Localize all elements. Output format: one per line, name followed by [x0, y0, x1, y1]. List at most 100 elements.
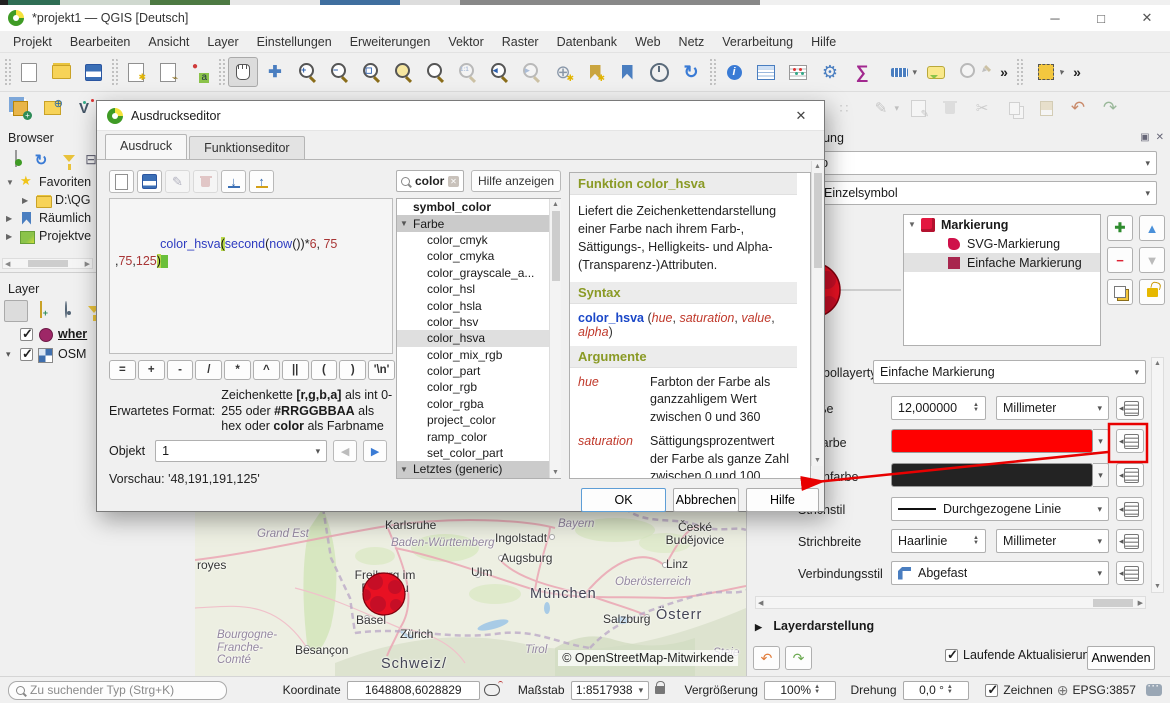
- new-project-icon[interactable]: [14, 57, 44, 87]
- move-down-button[interactable]: ▼: [1139, 247, 1165, 273]
- zoom-to-selection-icon[interactable]: [420, 57, 450, 87]
- manage-map-themes-icon[interactable]: [54, 300, 78, 322]
- menu-item[interactable]: Erweiterungen: [341, 33, 440, 51]
- operator-button[interactable]: (: [311, 360, 338, 380]
- function-list-item[interactable]: ▼ Farbe: [397, 215, 560, 231]
- next-feature-button[interactable]: ▶: [363, 440, 387, 462]
- live-update-checkbox[interactable]: [945, 649, 958, 662]
- toolbar-handle[interactable]: [709, 58, 716, 86]
- save-expression-icon[interactable]: [137, 170, 162, 193]
- new-expression-icon[interactable]: [109, 170, 134, 193]
- add-vector-layer-icon[interactable]: [69, 93, 99, 123]
- panel-h-scrollbar[interactable]: ◀▶: [755, 596, 1146, 609]
- zoom-next-icon[interactable]: ▸: [516, 57, 546, 87]
- show-bookmarks-icon[interactable]: [612, 57, 642, 87]
- clear-search-icon[interactable]: ✕: [448, 176, 459, 187]
- zoom-last-icon[interactable]: ◂: [484, 57, 514, 87]
- menu-item[interactable]: Einstellungen: [248, 33, 341, 51]
- data-defined-override-button[interactable]: [1116, 429, 1144, 453]
- mouse-position-icon[interactable]: [484, 684, 500, 696]
- menu-item[interactable]: Projekt: [4, 33, 61, 51]
- symbol-layer-item[interactable]: SVG-Markierung: [904, 234, 1100, 253]
- style-manager-icon[interactable]: [185, 57, 215, 87]
- expander-icon[interactable]: ▼: [6, 178, 20, 187]
- apply-button[interactable]: Anwenden: [1087, 646, 1155, 670]
- delete-selected-icon[interactable]: [935, 93, 965, 123]
- open-layer-styling-icon[interactable]: [4, 300, 28, 322]
- data-defined-override-button[interactable]: [1116, 497, 1144, 521]
- save-project-icon[interactable]: [78, 57, 108, 87]
- toolbar-overflow-chevron[interactable]: [1068, 57, 1086, 87]
- function-list-item[interactable]: color_rgb: [397, 379, 560, 395]
- redo-style-button[interactable]: ↷: [785, 646, 812, 670]
- duplicate-symbol-layer-button[interactable]: [1107, 279, 1133, 305]
- menu-item[interactable]: Hilfe: [802, 33, 845, 51]
- pan-map-icon[interactable]: [228, 57, 258, 87]
- digitizing-options-icon[interactable]: [829, 93, 859, 123]
- previous-feature-button[interactable]: ◀: [333, 440, 357, 462]
- data-defined-override-button[interactable]: [1116, 396, 1144, 420]
- dialog-tab[interactable]: Ausdruck: [105, 134, 187, 159]
- render-checkbox[interactable]: [985, 684, 998, 697]
- new-map-view-icon[interactable]: [548, 57, 578, 87]
- rotation-input[interactable]: 0,0 °▲▼: [903, 681, 970, 700]
- operator-button[interactable]: *: [224, 360, 251, 380]
- stroke-color-button[interactable]: [891, 463, 1093, 487]
- function-list-item[interactable]: color_hsla: [397, 297, 560, 313]
- function-list-scrollbar[interactable]: ▲▼: [549, 199, 561, 478]
- add-wms-layer-icon[interactable]: [37, 93, 67, 123]
- undo-style-button[interactable]: ↶: [753, 646, 780, 670]
- function-list-item[interactable]: color_hsva( secon...: [397, 478, 560, 479]
- toolbar-handle[interactable]: [218, 58, 225, 86]
- temporal-controller-icon[interactable]: [644, 57, 674, 87]
- messages-icon[interactable]: [1146, 684, 1162, 696]
- zoom-to-layer-icon[interactable]: [388, 57, 418, 87]
- operator-button[interactable]: /: [195, 360, 222, 380]
- scale-combo[interactable]: 1:8517938▾: [571, 681, 649, 700]
- symbol-layer-type-combo[interactable]: Einfache Markierung▾: [873, 360, 1146, 384]
- layer-rendering-section[interactable]: ▶ Layerdarstellung: [755, 619, 874, 633]
- operator-button[interactable]: -: [167, 360, 194, 380]
- paste-features-icon[interactable]: [1031, 93, 1061, 123]
- menu-item[interactable]: Web: [626, 33, 669, 51]
- delete-expression-icon[interactable]: [193, 170, 218, 193]
- locator-search-input[interactable]: Zu suchender Typ (Strg+K): [8, 681, 227, 700]
- copy-features-icon[interactable]: [999, 93, 1029, 123]
- function-list-item[interactable]: set_color_part: [397, 445, 560, 461]
- function-list-item[interactable]: symbol_color: [397, 199, 560, 215]
- dialog-close-icon[interactable]: ✕: [788, 108, 814, 124]
- join-style-combo[interactable]: Abgefast▾: [891, 561, 1109, 585]
- menu-item[interactable]: Bearbeiten: [61, 33, 139, 51]
- panel-v-scrollbar[interactable]: ▲▼: [1151, 357, 1164, 593]
- measure-icon[interactable]: [879, 57, 919, 87]
- size-input[interactable]: 12,000000▲▼: [891, 396, 986, 420]
- function-list-item[interactable]: project_color: [397, 412, 560, 428]
- processing-toolbox-icon[interactable]: [815, 57, 845, 87]
- zoom-native-icon[interactable]: 1:1: [452, 57, 482, 87]
- expander-icon[interactable]: ▶: [6, 214, 20, 223]
- operator-button[interactable]: =: [109, 360, 136, 380]
- refresh-browser-icon[interactable]: [29, 149, 53, 171]
- menu-item[interactable]: Layer: [198, 33, 247, 51]
- crs-status[interactable]: EPSG:3857: [1073, 683, 1136, 697]
- show-statistics-sum-icon[interactable]: [847, 57, 877, 87]
- function-list-item[interactable]: ▼ Letztes (generic): [397, 461, 560, 477]
- lock-scale-icon[interactable]: [655, 686, 665, 694]
- menu-item[interactable]: Ansicht: [139, 33, 198, 51]
- stroke-color-dropdown[interactable]: ▾: [1093, 463, 1109, 487]
- menu-item[interactable]: Vektor: [439, 33, 492, 51]
- symbol-layer-item[interactable]: Einfache Markierung: [904, 253, 1100, 272]
- minimize-button[interactable]: ─: [1032, 5, 1078, 31]
- edit-expression-icon[interactable]: [165, 170, 190, 193]
- import-expressions-icon[interactable]: [221, 170, 246, 193]
- browser-h-scrollbar[interactable]: ◀▶: [2, 258, 93, 269]
- function-list-item[interactable]: color_grayscale_a...: [397, 265, 560, 281]
- function-list-item[interactable]: color_hsva: [397, 330, 560, 346]
- map-tips-icon[interactable]: [921, 57, 951, 87]
- operator-button[interactable]: '\n': [368, 360, 395, 380]
- save-edits-icon[interactable]: [903, 93, 933, 123]
- new-layout-icon[interactable]: [121, 57, 151, 87]
- move-up-button[interactable]: ▲: [1139, 215, 1165, 241]
- metasearch-icon[interactable]: [953, 57, 993, 87]
- function-list-item[interactable]: color_mix_rgb: [397, 347, 560, 363]
